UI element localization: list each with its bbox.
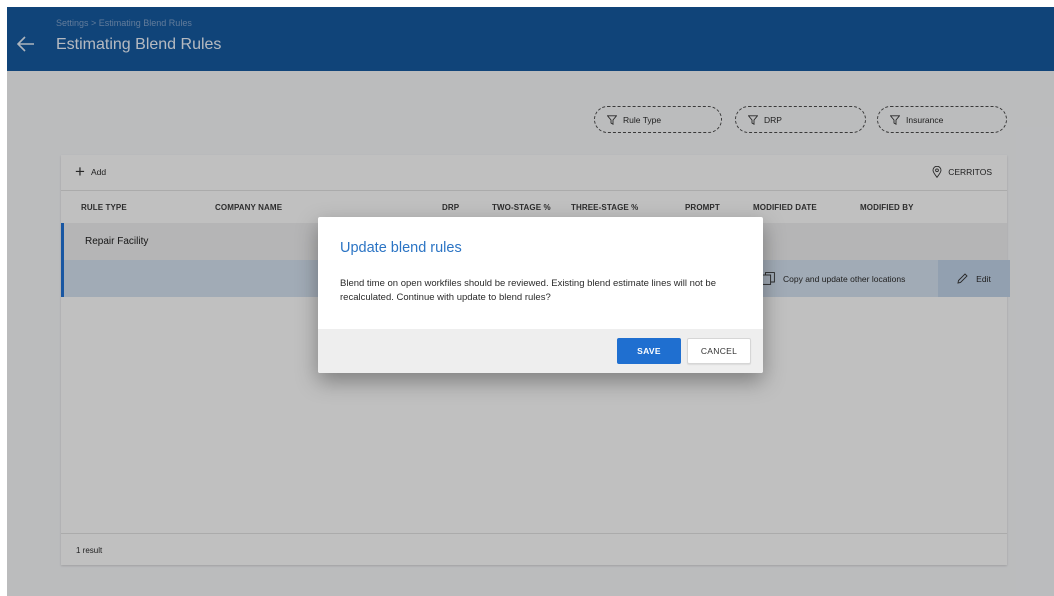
update-blend-rules-dialog: Update blend rules Blend time on open wo… [318, 217, 763, 373]
dialog-title: Update blend rules [340, 240, 462, 256]
cancel-button[interactable]: CANCEL [687, 338, 751, 364]
save-button[interactable]: SAVE [617, 338, 681, 364]
dialog-actions: SAVE CANCEL [318, 329, 763, 373]
dialog-message: Blend time on open workfiles should be r… [340, 278, 716, 303]
app-window: Settings > Estimating Blend Rules Estima… [7, 7, 1054, 596]
